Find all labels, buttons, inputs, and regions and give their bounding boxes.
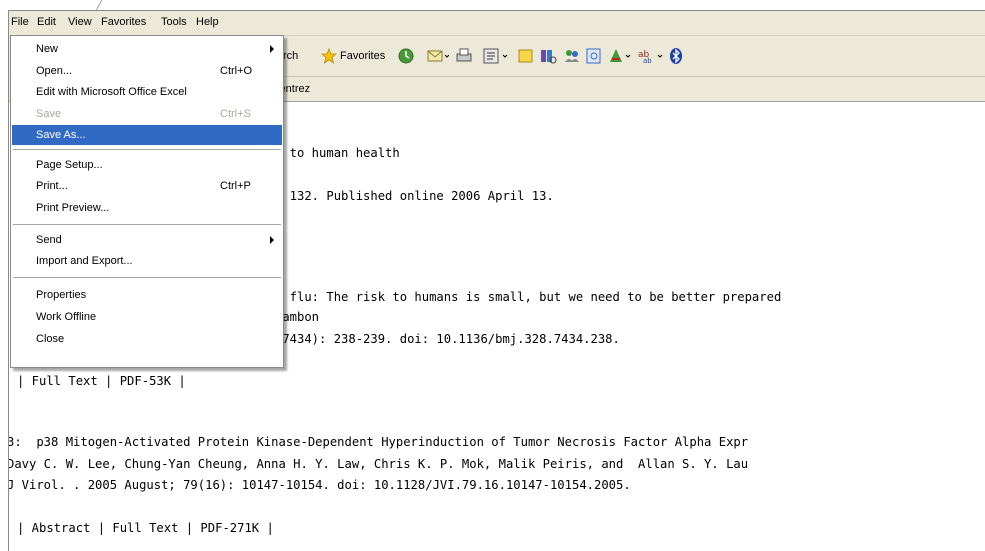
translate-icon: abab: [638, 50, 663, 65]
edit-button[interactable]: [482, 46, 508, 66]
menu-item-import-export-label: Import and Export...: [36, 255, 133, 267]
menu-item-save-shortcut: Ctrl+S: [220, 108, 251, 120]
result-b-citation-fragment: (7434): 238-239. doi: 10.1136/bmj.328.74…: [275, 332, 620, 346]
menu-item-work-offline-label: Work Offline: [36, 311, 97, 323]
menu-item-send-label: Send: [36, 234, 62, 246]
discuss-button[interactable]: [585, 46, 603, 66]
messenger-icon: [565, 50, 579, 62]
favorites-label: Favorites: [340, 50, 386, 62]
menu-item-print-shortcut: Ctrl+P: [220, 180, 251, 192]
menu-item-work-offline[interactable]: Work Offline: [12, 307, 282, 327]
menu-item-print-preview[interactable]: Print Preview...: [12, 198, 282, 218]
menu-item-import-export[interactable]: Import and Export...: [12, 251, 282, 271]
mail-icon: [427, 50, 449, 62]
menu-item-page-setup[interactable]: Page Setup...: [12, 155, 282, 175]
favorites-button[interactable]: Favorites: [321, 46, 385, 66]
menu-tools[interactable]: Tools: [161, 16, 187, 28]
result-b-links[interactable]: | Full Text | PDF-53K |: [17, 374, 186, 388]
menu-help[interactable]: Help: [196, 16, 219, 28]
menu-item-save-as-label: Save As...: [36, 129, 86, 141]
menu-item-page-setup-label: Page Setup...: [36, 159, 103, 171]
menu-item-new-label: New: [36, 43, 59, 55]
messenger-button[interactable]: [563, 46, 581, 66]
discuss-icon: [586, 48, 601, 64]
menu-item-print-label: Print...: [36, 180, 68, 192]
menu-edit[interactable]: Edit: [37, 16, 56, 28]
translate-button[interactable]: ab ab: [637, 46, 665, 66]
bluetooth-button[interactable]: [669, 46, 683, 66]
printer-icon: [456, 48, 472, 62]
bluetooth-icon: [670, 48, 682, 64]
menu-bar: File Edit View Favorites Tools Help: [9, 11, 985, 36]
result-2-citation-fragment: : 132. Published online 2006 April 13.: [275, 189, 554, 203]
menu-separator: [13, 149, 281, 150]
menu-item-edit-excel-label: Edit with Microsoft Office Excel: [36, 86, 187, 98]
menu-favorites[interactable]: Favorites: [101, 16, 146, 28]
search-button[interactable]: rch: [283, 46, 298, 66]
menu-item-open-label: Open...: [36, 65, 73, 77]
mail-button[interactable]: [427, 46, 449, 66]
result-b-title-fragment: d flu: The risk to humans is small, but …: [275, 290, 782, 304]
result-3-title[interactable]: 3: p38 Mitogen-Activated Protein Kinase-…: [9, 435, 748, 449]
notes-button[interactable]: [517, 46, 535, 66]
print-button[interactable]: [455, 46, 473, 66]
history-button[interactable]: [397, 46, 415, 66]
history-icon: [398, 48, 414, 64]
result-3-links[interactable]: | Abstract | Full Text | PDF-271K |: [17, 521, 274, 535]
submenu-arrow-icon: [270, 45, 274, 53]
svg-text:ab: ab: [643, 57, 652, 65]
menu-item-close-label: Close: [36, 333, 65, 345]
menu-view[interactable]: View: [68, 16, 92, 28]
menu-item-open-shortcut: Ctrl+O: [220, 65, 253, 77]
result-2-title-fragment: t to human health: [275, 146, 400, 160]
search-label: rch: [283, 50, 299, 62]
menu-item-print[interactable]: Print... Ctrl+P: [12, 176, 282, 196]
research-icon: [541, 50, 557, 64]
submenu-arrow-icon: [270, 236, 274, 244]
menu-item-save[interactable]: Save Ctrl+S: [12, 104, 282, 124]
highlight-icon: [610, 49, 631, 62]
result-3-journal: J Virol. . 2005 August; 79(16): 10147-10…: [8, 478, 631, 492]
result-3-authors: Davy C. W. Lee, Chung-Yan Cheung, Anna H…: [8, 457, 749, 471]
menu-item-properties-label: Properties: [36, 289, 87, 301]
menu-file[interactable]: File: [11, 16, 29, 28]
menu-item-save-as[interactable]: Save As...: [12, 125, 282, 145]
menu-separator: [13, 224, 281, 225]
highlight-button[interactable]: [607, 46, 633, 66]
menu-item-print-preview-label: Print Preview...: [36, 202, 110, 214]
menu-item-properties[interactable]: Properties: [12, 285, 282, 305]
edit-page-icon: [483, 48, 508, 64]
file-menu-dropdown: New Open... Ctrl+O Edit with Microsoft O…: [10, 35, 284, 368]
menu-item-send[interactable]: Send: [12, 230, 282, 250]
menu-item-close[interactable]: Close: [12, 329, 282, 349]
menu-item-open[interactable]: Open... Ctrl+O: [12, 61, 282, 81]
star-icon: [321, 48, 337, 64]
notes-icon: [518, 49, 533, 63]
menu-item-edit-excel[interactable]: Edit with Microsoft Office Excel: [12, 82, 282, 102]
menu-item-new[interactable]: New: [12, 39, 282, 59]
menu-separator: [13, 277, 281, 278]
research-button[interactable]: [539, 46, 557, 66]
menu-item-save-label: Save: [36, 108, 62, 120]
